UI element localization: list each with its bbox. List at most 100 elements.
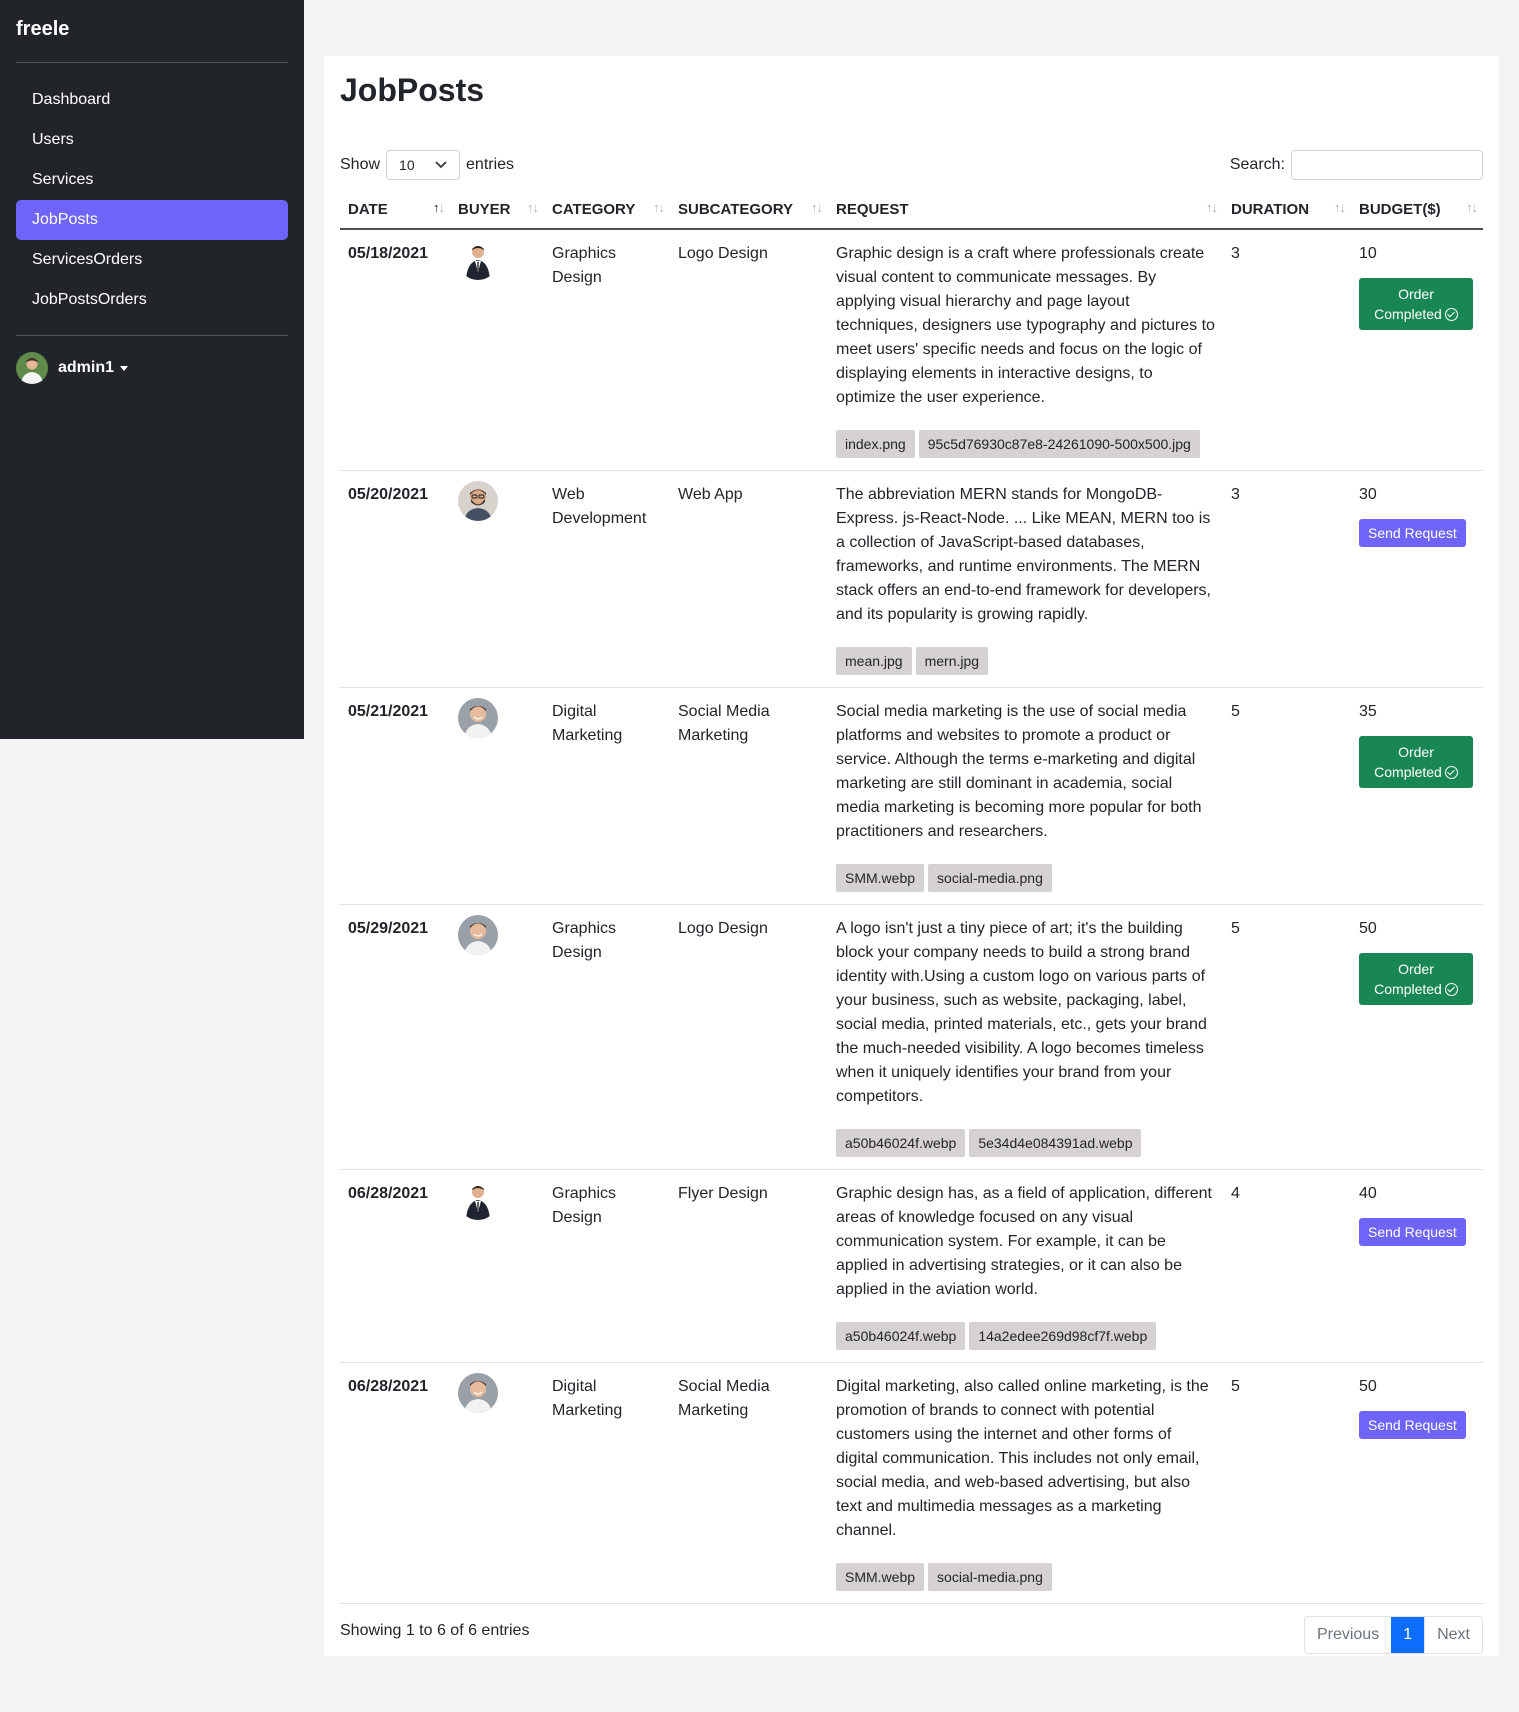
- cell-duration: 3: [1223, 229, 1351, 471]
- sort-icon: ↑↓: [1334, 200, 1346, 215]
- sort-icon: ↑↓: [527, 200, 539, 215]
- order-completed-button[interactable]: Order Completed: [1359, 953, 1473, 1005]
- sidebar-item-jobposts[interactable]: JobPosts: [16, 200, 288, 240]
- sidebar-nav: Dashboard Users Services JobPosts Servic…: [16, 80, 288, 320]
- cell-date: 06/28/2021: [340, 1362, 450, 1604]
- buyer-avatar[interactable]: [458, 240, 498, 280]
- table-row: 06/28/2021 Digital Marketing Social Medi…: [340, 1362, 1483, 1604]
- page-1-button[interactable]: 1: [1391, 1617, 1425, 1653]
- entries-select-value: 10: [399, 157, 415, 173]
- request-text: A logo isn't just a tiny piece of art; i…: [836, 920, 1207, 1105]
- table-row: 05/21/2021 Digital Marketing Social Medi…: [340, 687, 1483, 905]
- attachment-file[interactable]: mean.jpg: [836, 647, 912, 675]
- table-header-row: DATE ↑↓ BUYER ↑↓ CATEGORY ↑↓ SUBCATEGORY ↑↓ …: [340, 190, 1483, 230]
- sidebar-divider: [16, 62, 288, 63]
- order-completed-button[interactable]: Order Completed: [1359, 278, 1473, 330]
- buyer-avatar[interactable]: [458, 915, 498, 955]
- column-date[interactable]: DATE ↑↓: [340, 190, 450, 230]
- attachment-file[interactable]: mern.jpg: [915, 647, 989, 675]
- column-subcategory[interactable]: SUBCATEGORY ↑↓: [670, 190, 828, 230]
- budget-value: 40: [1359, 1185, 1377, 1202]
- sort-icon: ↑↓: [433, 200, 445, 215]
- cell-request: A logo isn't just a tiny piece of art; i…: [828, 904, 1223, 1170]
- column-label: DURATION: [1231, 200, 1310, 218]
- attachment-file[interactable]: 5e34d4e084391ad.webp: [969, 1129, 1142, 1157]
- table-info: Showing 1 to 6 of 6 entries: [340, 1622, 530, 1639]
- column-duration[interactable]: DURATION ↑↓: [1223, 190, 1351, 230]
- cell-request: The abbreviation MERN stands for MongoDB…: [828, 470, 1223, 688]
- sidebar-item-dashboard[interactable]: Dashboard: [16, 80, 288, 120]
- buyer-avatar[interactable]: [458, 1180, 498, 1220]
- order-completed-label: Order: [1398, 286, 1434, 302]
- budget-value: 35: [1359, 703, 1377, 720]
- order-completed-label: Completed: [1374, 981, 1442, 997]
- send-request-button[interactable]: Send Request: [1359, 519, 1466, 547]
- attachment-file[interactable]: social-media.png: [928, 864, 1052, 892]
- attachment-file[interactable]: a50b46024f.webp: [836, 1322, 966, 1350]
- sidebar-item-services[interactable]: Services: [16, 160, 288, 200]
- length-control: Show 10 entries: [340, 150, 514, 180]
- column-category[interactable]: CATEGORY ↑↓: [544, 190, 670, 230]
- sort-icon: ↑↓: [1466, 200, 1478, 215]
- search-label: Search:: [1229, 156, 1285, 173]
- cell-category: Graphics Design: [544, 904, 670, 1170]
- table-row: 05/29/2021 Graphics Design Logo Design A…: [340, 904, 1483, 1170]
- cell-budget: 35 Order Completed: [1351, 687, 1483, 905]
- check-circle-icon: [1444, 983, 1458, 996]
- buyer-avatar[interactable]: [458, 481, 498, 521]
- brand-logo[interactable]: freele: [16, 18, 69, 41]
- send-request-button[interactable]: Send Request: [1359, 1411, 1466, 1439]
- cell-subcategory: Logo Design: [670, 229, 828, 471]
- show-label: Show: [340, 156, 381, 173]
- order-completed-button[interactable]: Order Completed: [1359, 736, 1473, 788]
- order-completed-label: Order: [1398, 961, 1434, 977]
- sidebar-item-servicesorders[interactable]: ServicesOrders: [16, 240, 288, 280]
- column-request[interactable]: REQUEST ↑↓: [828, 190, 1223, 230]
- previous-button[interactable]: Previous: [1305, 1617, 1391, 1653]
- cell-duration: 5: [1223, 687, 1351, 905]
- attachment-file[interactable]: a50b46024f.webp: [836, 1129, 966, 1157]
- page-title: JobPosts: [340, 72, 485, 108]
- attachment-list: SMM.webp social-media.png: [836, 1563, 1215, 1591]
- attachment-file[interactable]: index.png: [836, 430, 915, 458]
- column-label: BUYER: [458, 200, 511, 218]
- attachment-file[interactable]: 95c5d76930c87e8-24261090-500x500.jpg: [918, 430, 1200, 458]
- pagination: Previous 1 Next: [1303, 1616, 1483, 1654]
- budget-value: 10: [1359, 245, 1377, 262]
- cell-buyer: [450, 687, 544, 905]
- sidebar-item-users[interactable]: Users: [16, 120, 288, 160]
- entries-select[interactable]: 10: [386, 150, 461, 180]
- sidebar-item-jobpostsorders[interactable]: JobPostsOrders: [16, 280, 288, 320]
- cell-request: Graphic design has, as a field of applic…: [828, 1169, 1223, 1363]
- buyer-avatar[interactable]: [458, 698, 498, 738]
- cell-request: Social media marketing is the use of soc…: [828, 687, 1223, 905]
- attachment-list: a50b46024f.webp 14a2edee269d98cf7f.webp: [836, 1322, 1215, 1350]
- attachment-file[interactable]: social-media.png: [928, 1563, 1052, 1591]
- budget-value: 50: [1359, 1378, 1377, 1395]
- cell-subcategory: Social Media Marketing: [670, 687, 828, 905]
- cell-category: Graphics Design: [544, 1169, 670, 1363]
- order-completed-label: Order: [1398, 744, 1434, 760]
- attachment-file[interactable]: SMM.webp: [836, 864, 925, 892]
- column-label: REQUEST: [836, 200, 909, 218]
- avatar: [16, 352, 48, 384]
- search-input[interactable]: [1291, 150, 1483, 180]
- cell-budget: 10 Order Completed: [1351, 229, 1483, 471]
- column-budget[interactable]: BUDGET($) ↑↓: [1351, 190, 1483, 230]
- attachment-file[interactable]: SMM.webp: [836, 1563, 925, 1591]
- cell-date: 05/18/2021: [340, 229, 450, 471]
- chevron-down-icon: [120, 365, 129, 371]
- attachment-file[interactable]: 14a2edee269d98cf7f.webp: [969, 1322, 1157, 1350]
- buyer-avatar[interactable]: [458, 1373, 498, 1413]
- attachment-list: SMM.webp social-media.png: [836, 864, 1215, 892]
- user-menu[interactable]: admin1: [16, 352, 129, 384]
- column-label: BUDGET($): [1359, 200, 1441, 218]
- cell-buyer: [450, 1362, 544, 1604]
- next-button[interactable]: Next: [1424, 1617, 1482, 1653]
- send-request-button[interactable]: Send Request: [1359, 1218, 1466, 1246]
- cell-duration: 5: [1223, 1362, 1351, 1604]
- column-buyer[interactable]: BUYER ↑↓: [450, 190, 544, 230]
- cell-subcategory: Logo Design: [670, 904, 828, 1170]
- request-text: Social media marketing is the use of soc…: [836, 703, 1202, 840]
- cell-budget: 30 Send Request: [1351, 470, 1483, 688]
